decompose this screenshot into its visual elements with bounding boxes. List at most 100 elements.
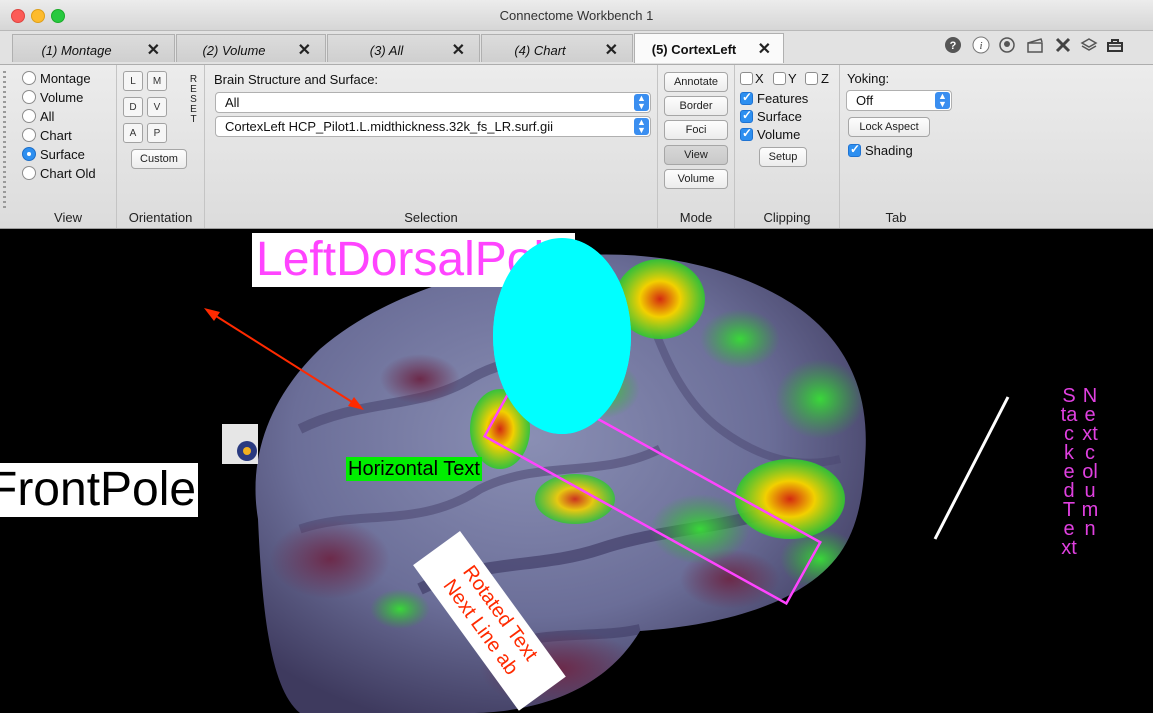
radio-button[interactable]: [22, 109, 36, 123]
radio-label: Surface: [40, 147, 85, 162]
tab-cortexleft[interactable]: (5) CortexLeft ✕: [634, 33, 784, 63]
tab-label: (3) All: [369, 43, 404, 58]
tab-close-icon[interactable]: ✕: [605, 40, 618, 60]
section-label: Clipping: [763, 210, 811, 225]
movie-icon[interactable]: [1025, 36, 1045, 58]
toolbar-icons: ? i: [933, 36, 1153, 60]
svg-text:?: ?: [950, 40, 957, 52]
cyan-oval-overlay: [493, 238, 631, 434]
clip-volume-label: Volume: [757, 127, 801, 142]
view-mode-button[interactable]: View: [664, 145, 728, 165]
tab-section: Yoking: Off ▲▼ Lock Aspect Shading Tab: [840, 65, 952, 228]
tab-label: (4) Chart: [514, 43, 566, 58]
yoking-label: Yoking:: [847, 71, 890, 86]
foci-mode-button[interactable]: Foci: [664, 120, 728, 140]
radio-button[interactable]: [22, 90, 36, 104]
tab-chart[interactable]: (4) Chart ✕: [481, 34, 633, 62]
white-line-annotation[interactable]: [933, 396, 1010, 540]
section-label: Orientation: [128, 210, 193, 225]
reset-button[interactable]: RESET: [189, 75, 198, 135]
toolbar-grip[interactable]: [3, 71, 6, 211]
surface-dropdown[interactable]: CortexLeft HCP_Pilot1.L.midthickness.32k…: [215, 116, 651, 137]
tab-close-icon[interactable]: ✕: [147, 40, 160, 60]
dorsal-view-icon[interactable]: D: [123, 97, 143, 117]
section-label: Mode: [679, 210, 713, 225]
clip-volume-checkbox[interactable]: [740, 126, 753, 141]
arrow-head-icon: [204, 308, 220, 321]
tab-label: (5) CortexLeft: [651, 42, 737, 57]
window-titlebar: Connectome Workbench 1: [0, 0, 1153, 31]
clip-y-checkbox[interactable]: [773, 72, 786, 85]
clip-z-label: Z: [821, 71, 829, 86]
tab-bar: (1) Montage ✕ (2) Volume ✕ (3) All ✕ (4)…: [0, 31, 1153, 65]
identify-icon[interactable]: [997, 36, 1017, 58]
custom-button[interactable]: Custom: [131, 149, 187, 169]
orientation-section: L M D V A P RESET Custom Orientation: [117, 65, 205, 228]
radio-button[interactable]: [22, 166, 36, 180]
info-icon[interactable]: i: [971, 36, 991, 58]
yoking-dropdown[interactable]: Off ▲ ▼: [846, 90, 952, 111]
toolbar: Montage Volume All Chart Surface Chart O…: [0, 65, 1153, 229]
radio-label: Montage: [40, 71, 91, 86]
lock-aspect-button[interactable]: Lock Aspect: [848, 117, 930, 137]
front-pole-label[interactable]: FrontPole: [0, 463, 199, 517]
volume-mode-button[interactable]: Volume: [664, 169, 728, 189]
radio-label: Chart: [40, 128, 72, 143]
shading-checkbox[interactable]: [848, 142, 861, 157]
clip-features-label: Features: [757, 91, 809, 106]
clip-x-checkbox[interactable]: [740, 72, 753, 85]
stacked-text-column1[interactable]: Stacked Text: [1060, 386, 1078, 558]
tab-volume[interactable]: (2) Volume ✕: [176, 34, 326, 62]
radio-label: Volume: [40, 90, 84, 105]
anterior-view-icon[interactable]: A: [123, 123, 143, 143]
clipping-section: X Y Z Features Surface Volume Setup Clip…: [735, 65, 840, 228]
radio-button[interactable]: [22, 71, 36, 85]
radio-label: All: [40, 109, 55, 124]
selection-section: Brain Structure and Surface: All ▲ ▼ Cort…: [205, 65, 658, 228]
ventral-view-icon[interactable]: V: [147, 97, 167, 117]
clip-z-checkbox[interactable]: [805, 72, 818, 85]
radio-button[interactable]: [22, 128, 36, 142]
border-mode-button[interactable]: Border: [664, 96, 728, 116]
annotate-mode-button[interactable]: Annotate: [664, 72, 728, 92]
radio-button[interactable]: [22, 147, 36, 161]
shading-label: Shading: [865, 143, 913, 158]
view-section: Montage Volume All Chart Surface Chart O…: [20, 65, 117, 228]
chevron-updown-icon: ▲ ▼: [634, 118, 649, 135]
tab-close-icon[interactable]: ✕: [452, 40, 465, 60]
tab-all[interactable]: (3) All ✕: [327, 34, 480, 62]
tab-label: (2) Volume: [202, 43, 266, 58]
tab-close-icon[interactable]: ✕: [298, 40, 311, 60]
clip-surface-label: Surface: [757, 109, 802, 124]
tools-icon[interactable]: [1053, 36, 1073, 58]
horizontal-text-label[interactable]: Horizontal Text: [346, 457, 482, 481]
clipping-setup-button[interactable]: Setup: [759, 147, 807, 167]
section-label: View: [54, 210, 82, 225]
medial-view-icon[interactable]: M: [147, 71, 167, 91]
chevron-updown-icon: ▲ ▼: [935, 92, 950, 109]
graphics-viewport[interactable]: LeftDorsalPole FrontPole Horizontal Text…: [0, 229, 1153, 713]
window-title: Connectome Workbench 1: [499, 8, 654, 23]
lateral-view-icon[interactable]: L: [123, 71, 143, 91]
radio-label: Chart Old: [40, 166, 96, 181]
help-icon[interactable]: ?: [943, 36, 963, 58]
image-annotation-glyph: [243, 447, 251, 455]
stacked-text-column2[interactable]: Next column: [1081, 386, 1099, 539]
dropdown-value: CortexLeft HCP_Pilot1.L.midthickness.32k…: [225, 119, 554, 134]
tab-label: (1) Montage: [41, 43, 112, 58]
layers-icon[interactable]: [1079, 36, 1099, 58]
tab-montage[interactable]: (1) Montage ✕: [12, 34, 175, 62]
clip-surface-checkbox[interactable]: [740, 108, 753, 123]
posterior-view-icon[interactable]: P: [147, 123, 167, 143]
section-label: Tab: [885, 210, 907, 225]
svg-text:i: i: [979, 40, 982, 52]
mode-section: Annotate Border Foci View Volume Mode: [658, 65, 735, 228]
section-label: Selection: [404, 210, 458, 225]
tab-close-icon[interactable]: ✕: [758, 39, 771, 59]
clip-y-label: Y: [788, 71, 797, 86]
clip-features-checkbox[interactable]: [740, 90, 753, 105]
selection-heading: Brain Structure and Surface:: [214, 72, 379, 87]
toolbox-icon[interactable]: [1105, 36, 1125, 58]
structure-dropdown[interactable]: All ▲ ▼: [215, 92, 651, 113]
dropdown-value: All: [225, 95, 240, 110]
